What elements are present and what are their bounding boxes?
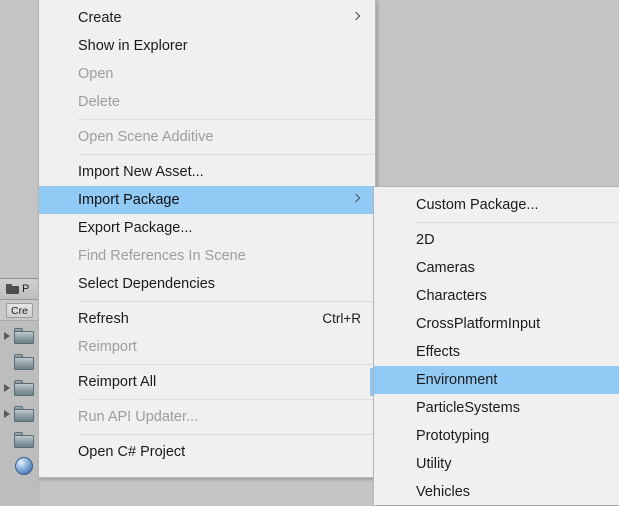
submenu-items: Custom Package... 2D Cameras Characters Cros… (374, 191, 619, 506)
menu-item-delete: Delete (39, 88, 375, 116)
project-tree-row[interactable] (0, 349, 40, 375)
folder-icon (14, 432, 34, 448)
expand-triangle-icon[interactable] (0, 401, 14, 427)
menu-item-label: Find References In Scene (78, 248, 246, 264)
menu-item-label: Create (78, 10, 122, 26)
menu-item-label: Characters (416, 288, 487, 304)
menu-item-shortcut: Ctrl+R (322, 311, 361, 326)
screen: P Cre Create Show in Explorer Open Delete Op… (0, 0, 619, 505)
folder-icon (14, 406, 34, 422)
project-tree (0, 323, 40, 479)
menu-item-show-in-explorer[interactable]: Show in Explorer (39, 32, 375, 60)
context-menu-items: Create Show in Explorer Open Delete Open Sce… (39, 4, 375, 466)
chevron-right-icon (352, 4, 362, 32)
menu-separator (78, 399, 374, 400)
menu-item-run-api-updater: Run API Updater... (39, 403, 375, 431)
import-package-submenu: Custom Package... 2D Cameras Characters Cros… (373, 186, 619, 505)
menu-item-label: Vehicles (416, 484, 471, 500)
menu-item-label: CrossPlatformInput (416, 316, 541, 332)
menu-item-label: Reimport All (78, 374, 157, 390)
project-panel: P Cre (0, 278, 40, 505)
project-tree-row[interactable] (0, 323, 40, 349)
menu-item-open-c-project[interactable]: Open C# Project (39, 438, 375, 466)
menu-item-label: 2D (416, 232, 435, 248)
menu-item-find-references-in-scene: Find References In Scene (39, 242, 375, 270)
expand-triangle-icon[interactable] (0, 323, 14, 349)
menu-item-import-package[interactable]: Import Package (39, 186, 375, 214)
menu-item-label: Delete (78, 94, 120, 110)
menu-item-open: Open (39, 60, 375, 88)
menu-separator (416, 222, 618, 223)
project-tree-row[interactable] (0, 375, 40, 401)
submenu-item-crossplatforminput[interactable]: CrossPlatformInput (374, 310, 619, 338)
menu-item-label: ParticleSystems (416, 400, 520, 416)
submenu-item-custom-package[interactable]: Custom Package... (374, 191, 619, 219)
project-tree-row[interactable] (0, 427, 40, 453)
sphere-icon (15, 457, 33, 475)
folder-icon (14, 328, 34, 344)
menu-separator (78, 364, 374, 365)
menu-item-label: Environment (416, 372, 498, 388)
menu-item-label: Prototyping (416, 428, 490, 444)
folder-icon (6, 284, 19, 294)
menu-item-label: Run API Updater... (78, 409, 199, 425)
submenu-item-characters[interactable]: Characters (374, 282, 619, 310)
menu-separator (78, 434, 374, 435)
menu-item-label: Select Dependencies (78, 276, 216, 292)
menu-item-reimport-all[interactable]: Reimport All (39, 368, 375, 396)
project-tree-row[interactable] (0, 401, 40, 427)
menu-item-label: Open (78, 66, 114, 82)
submenu-item-prototyping[interactable]: Prototyping (374, 422, 619, 450)
menu-item-label: Reimport (78, 339, 137, 355)
chevron-right-icon (352, 186, 362, 214)
menu-separator (78, 301, 374, 302)
expand-triangle-icon[interactable] (0, 375, 14, 401)
menu-item-label: Effects (416, 344, 461, 360)
menu-item-label: Refresh (78, 311, 129, 327)
menu-item-label: Import New Asset... (78, 164, 204, 180)
menu-item-refresh[interactable]: Refresh Ctrl+R (39, 305, 375, 333)
menu-item-export-package[interactable]: Export Package... (39, 214, 375, 242)
submenu-item-environment[interactable]: Environment (374, 366, 619, 394)
submenu-item-utility[interactable]: Utility (374, 450, 619, 478)
submenu-item-2d[interactable]: 2D (374, 226, 619, 254)
menu-item-label: Custom Package... (416, 197, 539, 213)
menu-item-label: Utility (416, 456, 452, 472)
menu-item-label: Cameras (416, 260, 475, 276)
asset-context-menu: Create Show in Explorer Open Delete Open Sce… (38, 0, 376, 478)
submenu-item-cameras[interactable]: Cameras (374, 254, 619, 282)
submenu-item-vehicles[interactable]: Vehicles (374, 478, 619, 506)
folder-icon (14, 354, 34, 370)
submenu-item-particlesystems[interactable]: ParticleSystems (374, 394, 619, 422)
tab-project-label: P (22, 283, 30, 295)
project-tree-row[interactable] (0, 453, 40, 479)
menu-item-create[interactable]: Create (39, 4, 375, 32)
menu-item-label: Open C# Project (78, 444, 186, 460)
project-panel-toolbar: Cre (0, 300, 40, 321)
menu-separator (78, 119, 374, 120)
create-button[interactable]: Cre (6, 303, 33, 318)
menu-item-label: Export Package... (78, 220, 193, 236)
folder-icon (14, 380, 34, 396)
menu-item-label: Import Package (78, 192, 180, 208)
menu-item-label: Show in Explorer (78, 38, 188, 54)
tab-project[interactable]: P (6, 283, 29, 295)
menu-item-reimport: Reimport (39, 333, 375, 361)
project-panel-tabbar: P (0, 279, 40, 300)
submenu-item-effects[interactable]: Effects (374, 338, 619, 366)
menu-item-import-new-asset[interactable]: Import New Asset... (39, 158, 375, 186)
menu-separator (78, 154, 374, 155)
menu-item-select-dependencies[interactable]: Select Dependencies (39, 270, 375, 298)
menu-item-open-scene-additive: Open Scene Additive (39, 123, 375, 151)
menu-item-label: Open Scene Additive (78, 129, 214, 145)
